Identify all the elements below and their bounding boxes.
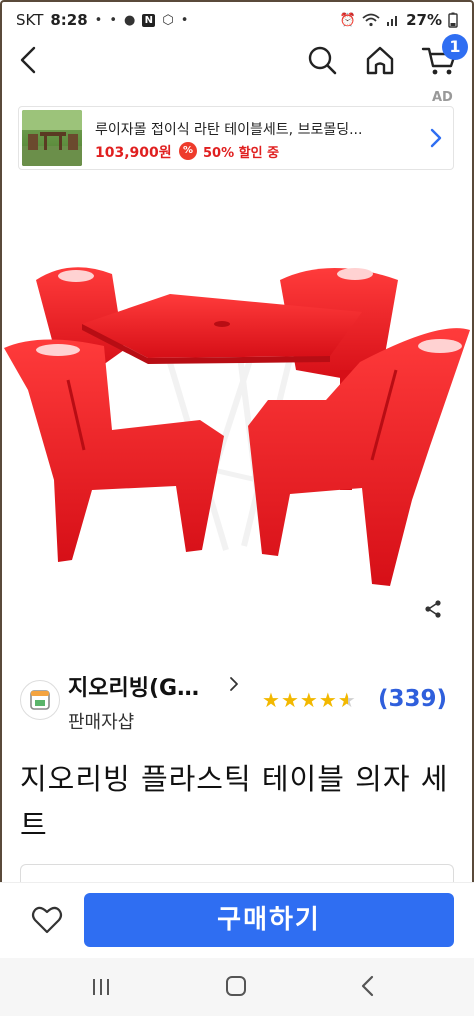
ad-discount: 50% 할인 중 — [203, 146, 280, 161]
battery-level: 27% — [406, 11, 442, 29]
search-icon[interactable] — [304, 42, 340, 78]
star-icon: ★ — [280, 688, 299, 712]
naver-icon: N — [142, 13, 156, 27]
ad-thumbnail — [22, 110, 82, 166]
star-icon: ★ — [262, 688, 280, 712]
clock: 8:28 — [50, 11, 88, 29]
half-star-icon: ★ — [337, 688, 356, 712]
product-title: 지오리빙 플라스틱 테이블 의자 세트 — [20, 762, 449, 842]
seller-name[interactable]: 지오리빙(G… — [68, 670, 199, 702]
ad-title: 루이자몰 접이식 라탄 테이블세트, 브로몰딩... — [95, 122, 363, 138]
signal-icon — [387, 16, 398, 26]
seller-logo[interactable] — [20, 680, 60, 720]
star-rating: ★ ★ ★ ★ ★ — [262, 690, 356, 710]
ad-label: AD — [432, 90, 453, 105]
carrier-label: SKT — [16, 11, 44, 29]
buy-button[interactable]: 구매하기 — [84, 893, 454, 947]
recent-apps-icon[interactable] — [90, 976, 112, 998]
back-nav-icon[interactable] — [358, 974, 378, 998]
drop-icon: • — [94, 12, 103, 28]
share-icon[interactable] — [422, 598, 444, 620]
status-bar: SKT 8:28 • • ● N ⬡ • ⏰ 27% — [0, 0, 474, 40]
seller-type: 판매자샵 — [68, 712, 135, 733]
heart-icon[interactable] — [30, 903, 64, 937]
cart-count-badge: 1 — [442, 34, 468, 60]
back-icon[interactable] — [14, 42, 46, 78]
cube-icon: ⬡ — [162, 12, 174, 28]
system-nav-bar — [0, 958, 474, 1016]
drop-icon: • — [109, 12, 118, 28]
buy-bar: 구매하기 — [0, 882, 474, 958]
alarm-icon: ⏰ — [339, 12, 357, 28]
star-icon: ★ — [299, 688, 318, 712]
product-image[interactable] — [0, 250, 474, 600]
chat-icon: ● — [124, 12, 136, 28]
chevron-right-icon — [430, 128, 442, 148]
home-icon[interactable] — [362, 42, 398, 78]
battery-icon — [448, 12, 458, 28]
ad-price: 103,900원 — [95, 145, 172, 161]
ad-banner[interactable]: 루이자몰 접이식 라탄 테이블세트, 브로몰딩... 103,900원 % 50… — [18, 106, 454, 170]
discount-icon: % — [179, 142, 197, 160]
dot-icon: • — [180, 12, 189, 28]
app-header — [0, 40, 474, 84]
home-nav-icon[interactable] — [224, 974, 248, 998]
chevron-right-icon[interactable] — [228, 676, 240, 692]
review-count[interactable]: (339) — [378, 686, 447, 712]
wifi-icon — [362, 13, 380, 27]
star-icon: ★ — [318, 688, 337, 712]
